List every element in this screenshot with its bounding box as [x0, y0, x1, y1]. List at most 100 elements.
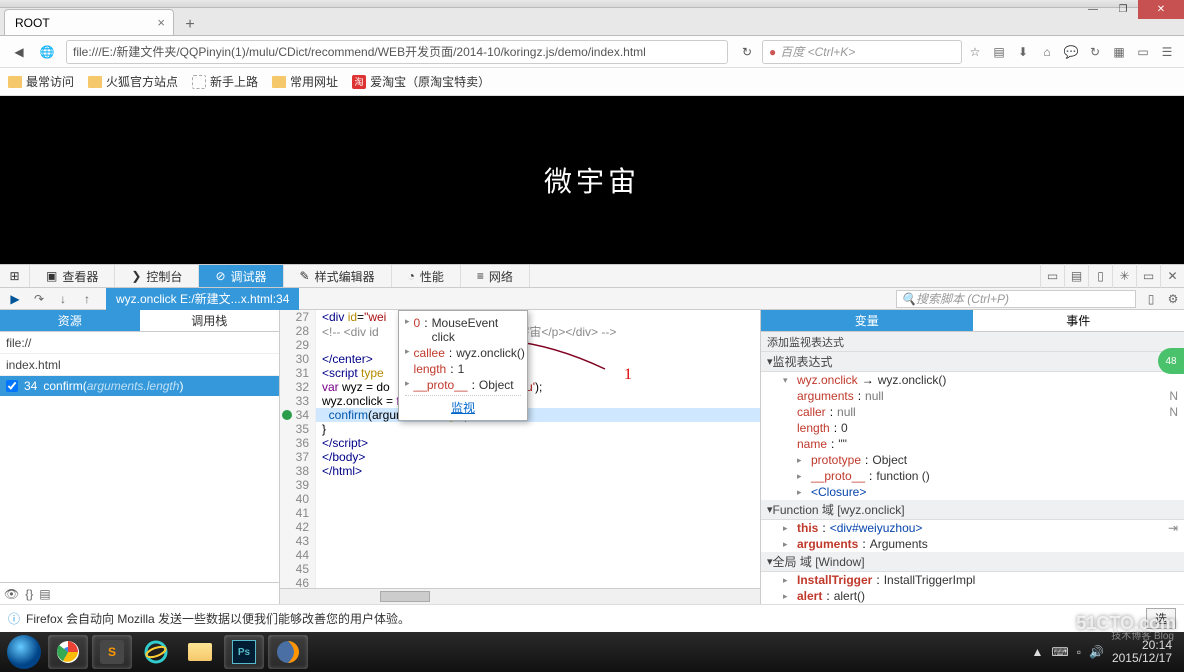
breakpoint-row[interactable]: 34 confirm(arguments.length) [0, 376, 279, 396]
breadcrumb[interactable]: wyz.onclick E:/新建文...x.html:34 [106, 288, 299, 310]
debugger-settings-icon[interactable]: ⚙ [1162, 290, 1184, 308]
tray-flag-icon[interactable]: ▫ [1077, 645, 1081, 659]
tray-up-icon[interactable]: ▲ [1032, 645, 1044, 659]
code-line[interactable]: 39 [280, 478, 760, 492]
code-line[interactable]: 40 [280, 492, 760, 506]
tab-variables[interactable]: 变量 [761, 310, 973, 331]
minimize-button[interactable]: — [1078, 0, 1108, 19]
chrome-icon[interactable] [48, 635, 88, 669]
source-path[interactable]: file:// [0, 332, 279, 354]
code-line[interactable]: 43 [280, 534, 760, 548]
var-row[interactable]: ▸<Closure> [761, 484, 1184, 500]
bookmark-aitaobao[interactable]: 淘爱淘宝（原淘宝特卖） [352, 73, 490, 90]
code-line[interactable]: 44 [280, 548, 760, 562]
tab-inspector[interactable]: ▣ 查看器 [30, 265, 115, 287]
step-out-button[interactable]: ↑ [76, 290, 98, 308]
clock[interactable]: 20:14 2015/12/17 [1112, 639, 1172, 665]
scrollbar-thumb[interactable] [380, 591, 430, 602]
tab-style[interactable]: ✎ 样式编辑器 [284, 265, 392, 287]
pretty-print-icon[interactable]: {} [25, 587, 33, 601]
close-devtools-icon[interactable]: ✕ [1160, 264, 1184, 288]
sync-icon[interactable]: ↻ [1084, 40, 1106, 64]
explorer-icon[interactable] [180, 635, 220, 669]
scratchpad-icon[interactable]: ▤ [1064, 264, 1088, 288]
bookmark-star-icon[interactable]: ☆ [964, 40, 986, 64]
var-row[interactable]: arguments: nullN [761, 388, 1184, 404]
new-tab-button[interactable]: + [178, 15, 202, 35]
system-tray[interactable]: ▲ ⌨ ▫ 🔊 20:14 2015/12/17 [1032, 639, 1181, 665]
tab-debugger[interactable]: ⊘ 调试器 [199, 265, 283, 287]
reload-button[interactable]: ↻ [734, 39, 760, 65]
tab-performance[interactable]: ◔ 性能 [392, 265, 461, 287]
blackbox-icon[interactable]: ▤ [39, 587, 50, 601]
menu-icon[interactable]: ☰ [1156, 40, 1178, 64]
var-row[interactable]: name: "" [761, 436, 1184, 452]
breakpoint-checkbox[interactable] [6, 380, 18, 392]
var-row[interactable]: ▸this: <div#weiyuzhou>⇥ [761, 520, 1184, 536]
code-line[interactable]: 37</body> [280, 450, 760, 464]
addon-icon[interactable]: ▦ [1108, 40, 1130, 64]
var-row[interactable]: length: 0 [761, 420, 1184, 436]
source-file[interactable]: index.html [0, 354, 279, 376]
close-button[interactable]: ✕ [1138, 0, 1184, 19]
var-row[interactable]: ▸alert: alert() [761, 588, 1184, 604]
split-icon[interactable]: ▯ [1088, 264, 1112, 288]
settings-icon[interactable]: ✳ [1112, 264, 1136, 288]
var-row[interactable]: caller: nullN [761, 404, 1184, 420]
tab-sources[interactable]: 资源 [0, 310, 140, 331]
code-line[interactable]: 45 [280, 562, 760, 576]
pick-element-button[interactable]: ⊞ [0, 265, 30, 287]
var-row[interactable]: ▾wyz.onclick → wyz.onclick() [761, 372, 1184, 388]
chat-icon[interactable]: 💬 [1060, 40, 1082, 64]
section-global-scope[interactable]: ▾ 全局 域 [Window] [761, 552, 1184, 572]
var-row[interactable]: ▸prototype: Object [761, 452, 1184, 468]
notification-badge[interactable]: 48 [1158, 348, 1184, 374]
start-button[interactable] [4, 635, 44, 669]
bookmark-common[interactable]: 常用网址 [272, 73, 338, 90]
tv-icon[interactable]: ▭ [1132, 40, 1154, 64]
code-line[interactable]: 41 [280, 506, 760, 520]
bookmark-firefox[interactable]: 火狐官方站点 [88, 73, 178, 90]
photoshop-icon[interactable]: Ps [224, 635, 264, 669]
tab-network[interactable]: ≡ 网络 [461, 265, 530, 287]
step-over-button[interactable]: ↷ [28, 290, 50, 308]
maximize-button[interactable]: ❐ [1108, 0, 1138, 19]
tray-sound-icon[interactable]: 🔊 [1089, 645, 1104, 659]
var-row[interactable]: ▸__proto__: function () [761, 468, 1184, 484]
choose-button[interactable]: 选 [1146, 608, 1176, 629]
code-line[interactable]: 36</script> [280, 436, 760, 450]
tab-events[interactable]: 事件 [973, 310, 1184, 331]
browser-tab[interactable]: ROOT × [4, 9, 174, 35]
responsive-icon[interactable]: ▭ [1040, 264, 1064, 288]
ie-icon[interactable] [136, 635, 176, 669]
url-input[interactable]: file:///E:/新建文件夹/QQPinyin(1)/mulu/CDict/… [66, 40, 728, 64]
dock-icon[interactable]: ▭ [1136, 264, 1160, 288]
tab-close-icon[interactable]: × [157, 15, 165, 30]
identity-icon[interactable]: 🌐 [34, 39, 60, 65]
watch-link[interactable]: 监视 [405, 395, 521, 416]
search-input[interactable]: ●百度 <Ctrl+K> [762, 40, 962, 64]
code-line[interactable]: 38</html> [280, 464, 760, 478]
sublime-icon[interactable]: S [92, 635, 132, 669]
tab-console[interactable]: ❯ 控制台 [115, 265, 199, 287]
code-line[interactable]: 46 [280, 576, 760, 588]
code-line[interactable]: 42 [280, 520, 760, 534]
toggle-panes-icon[interactable]: ▯ [1140, 290, 1162, 308]
firefox-icon[interactable] [268, 635, 308, 669]
horizontal-scrollbar[interactable] [280, 588, 760, 604]
var-row[interactable]: ▸arguments: Arguments [761, 536, 1184, 552]
downloads-icon[interactable]: ⬇ [1012, 40, 1034, 64]
back-button[interactable]: ◀ [6, 39, 32, 65]
tab-callstack[interactable]: 调用栈 [140, 310, 280, 331]
var-row[interactable]: ▸InstallTrigger: InstallTriggerImpl [761, 572, 1184, 588]
home-icon[interactable]: ⌂ [1036, 40, 1058, 64]
bookmark-most-visited[interactable]: 最常访问 [8, 73, 74, 90]
resume-button[interactable]: ▶ [4, 290, 26, 308]
add-watch-input[interactable]: 添加监视表达式 [761, 332, 1184, 352]
code-editor[interactable]: ▸0: MouseEvent click ▸callee: wyz.onclic… [280, 310, 760, 588]
page-content[interactable]: 微宇宙 [0, 96, 1184, 264]
bookmark-newbie[interactable]: 新手上路 [192, 73, 258, 90]
step-in-button[interactable]: ↓ [52, 290, 74, 308]
pocket-icon[interactable]: ▤ [988, 40, 1010, 64]
eye-icon[interactable]: 👁 [4, 587, 19, 601]
